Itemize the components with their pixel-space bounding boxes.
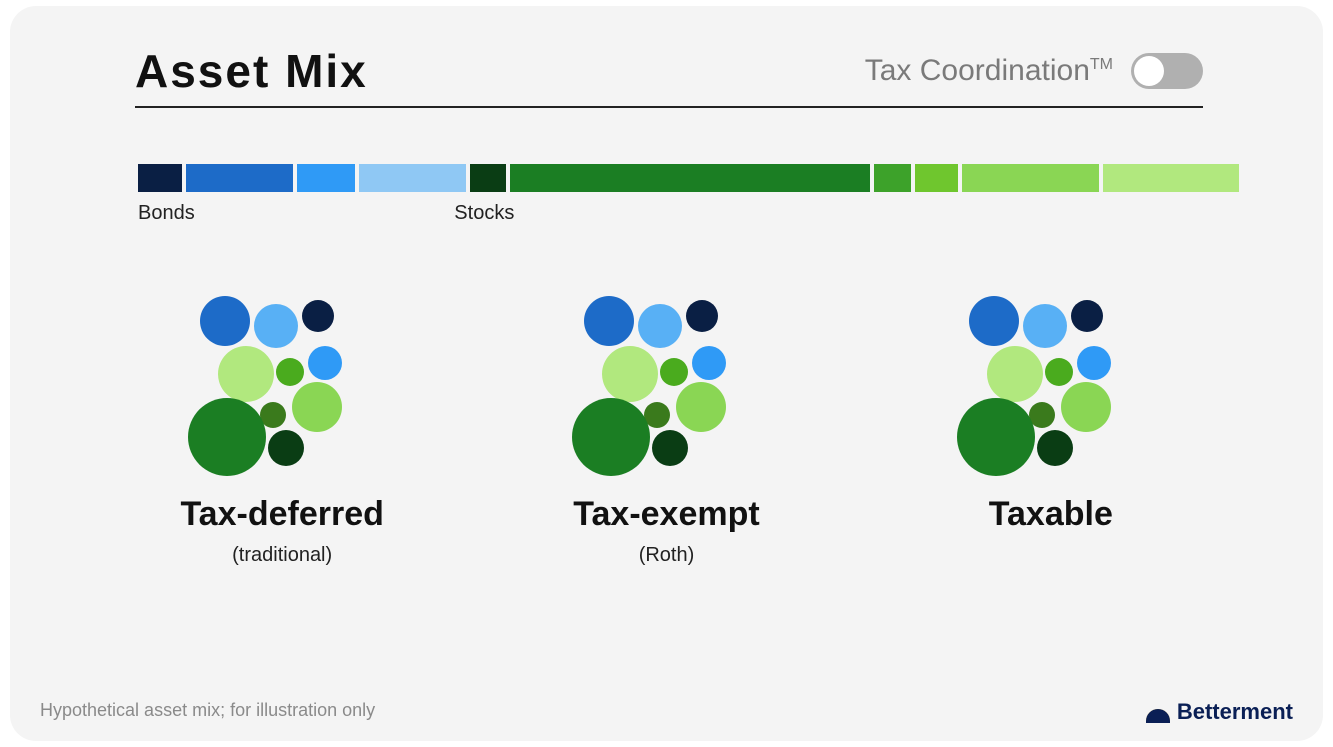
account-title: Tax-deferred bbox=[180, 495, 383, 534]
allocation-bar bbox=[138, 164, 1203, 192]
asset-bubble bbox=[686, 300, 718, 332]
allocation-label-bonds: Bonds bbox=[138, 202, 195, 225]
page-title: Asset Mix bbox=[135, 44, 368, 98]
account-column: Tax-exempt (Roth) bbox=[486, 296, 846, 567]
trademark-symbol: TM bbox=[1090, 56, 1113, 73]
bubble-cluster bbox=[951, 296, 1151, 491]
asset-bubble bbox=[660, 358, 688, 386]
asset-bubble bbox=[572, 398, 650, 476]
allocation-segment bbox=[962, 164, 1098, 192]
allocation-segment bbox=[510, 164, 870, 192]
asset-bubble bbox=[268, 430, 304, 466]
bubble-cluster bbox=[182, 296, 382, 491]
asset-bubble bbox=[308, 346, 342, 380]
asset-bubble bbox=[1037, 430, 1073, 466]
asset-bubble bbox=[692, 346, 726, 380]
allocation-segment bbox=[186, 164, 294, 192]
account-column: Taxable bbox=[871, 296, 1231, 567]
asset-bubble bbox=[652, 430, 688, 466]
asset-bubble bbox=[957, 398, 1035, 476]
allocation-segment bbox=[874, 164, 910, 192]
header: Asset Mix Tax CoordinationTM bbox=[135, 44, 1203, 98]
allocation-bar-wrap: Bonds Stocks bbox=[138, 164, 1203, 230]
allocation-segment bbox=[359, 164, 467, 192]
asset-bubble bbox=[1061, 382, 1111, 432]
asset-bubble bbox=[302, 300, 334, 332]
account-title: Tax-exempt bbox=[573, 495, 759, 534]
tax-coordination-label-text: Tax Coordination bbox=[865, 54, 1090, 87]
asset-bubble bbox=[254, 304, 298, 348]
asset-bubble bbox=[1071, 300, 1103, 332]
asset-bubble bbox=[1077, 346, 1111, 380]
allocation-label-stocks: Stocks bbox=[454, 202, 514, 225]
asset-bubble bbox=[276, 358, 304, 386]
asset-bubble bbox=[638, 304, 682, 348]
allocation-segment bbox=[915, 164, 959, 192]
asset-bubble bbox=[292, 382, 342, 432]
asset-bubble bbox=[676, 382, 726, 432]
account-title: Taxable bbox=[989, 495, 1113, 534]
header-divider bbox=[135, 106, 1203, 108]
asset-bubble bbox=[602, 346, 658, 402]
allocation-segment bbox=[470, 164, 506, 192]
brand: Betterment bbox=[1145, 699, 1293, 725]
asset-bubble bbox=[188, 398, 266, 476]
asset-bubble bbox=[987, 346, 1043, 402]
card: Asset Mix Tax CoordinationTM Bonds Stock… bbox=[10, 6, 1323, 741]
account-clusters: Tax-deferred (traditional) Tax-exempt (Roth… bbox=[90, 296, 1243, 567]
allocation-segment bbox=[1103, 164, 1239, 192]
account-column: Tax-deferred (traditional) bbox=[102, 296, 462, 567]
tax-coordination-label: Tax CoordinationTM bbox=[865, 54, 1113, 88]
brand-sun-icon bbox=[1145, 701, 1171, 723]
allocation-bar-labels: Bonds Stocks bbox=[138, 202, 1203, 230]
footnote: Hypothetical asset mix; for illustration… bbox=[40, 700, 375, 721]
account-subtitle: (traditional) bbox=[232, 544, 332, 567]
asset-bubble bbox=[644, 402, 670, 428]
brand-name: Betterment bbox=[1177, 699, 1293, 725]
asset-bubble bbox=[218, 346, 274, 402]
asset-bubble bbox=[1023, 304, 1067, 348]
asset-bubble bbox=[584, 296, 634, 346]
tax-coordination-toggle-wrap: Tax CoordinationTM bbox=[865, 53, 1203, 89]
asset-bubble bbox=[1045, 358, 1073, 386]
asset-bubble bbox=[969, 296, 1019, 346]
account-subtitle: (Roth) bbox=[639, 544, 695, 567]
allocation-segment bbox=[297, 164, 355, 192]
bubble-cluster bbox=[566, 296, 766, 491]
allocation-segment bbox=[138, 164, 182, 192]
asset-bubble bbox=[200, 296, 250, 346]
tax-coordination-toggle[interactable] bbox=[1131, 53, 1203, 89]
toggle-knob bbox=[1134, 56, 1164, 86]
